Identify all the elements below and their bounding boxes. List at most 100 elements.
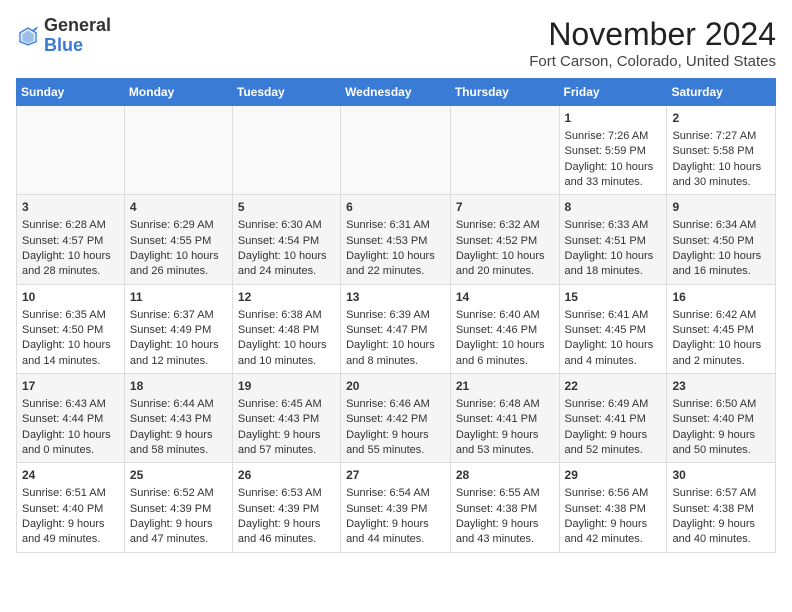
day-info: Sunrise: 6:48 AM — [456, 397, 554, 412]
day-number: 16 — [672, 289, 770, 306]
calendar-cell: 9Sunrise: 6:34 AMSunset: 4:50 PMDaylight… — [667, 195, 776, 284]
calendar-header-row: SundayMondayTuesdayWednesdayThursdayFrid… — [17, 79, 776, 106]
location: Fort Carson, Colorado, United States — [529, 53, 776, 70]
calendar-cell: 26Sunrise: 6:53 AMSunset: 4:39 PMDayligh… — [232, 463, 340, 552]
day-info: Sunset: 4:41 PM — [565, 412, 662, 427]
day-info: Daylight: 10 hours and 4 minutes. — [565, 338, 662, 369]
day-info: Sunrise: 7:27 AM — [672, 129, 770, 144]
day-info: Daylight: 9 hours and 49 minutes. — [22, 517, 119, 548]
day-info: Sunset: 4:39 PM — [346, 502, 445, 517]
calendar-week-1: 1Sunrise: 7:26 AMSunset: 5:59 PMDaylight… — [17, 106, 776, 195]
day-info: Sunrise: 6:39 AM — [346, 308, 445, 323]
day-info: Sunset: 4:51 PM — [565, 234, 662, 249]
day-info: Daylight: 10 hours and 20 minutes. — [456, 249, 554, 280]
calendar-header-wednesday: Wednesday — [341, 79, 451, 106]
page-header: General Blue November 2024 Fort Carson, … — [16, 16, 776, 70]
day-number: 19 — [238, 378, 335, 395]
day-info: Daylight: 10 hours and 16 minutes. — [672, 249, 770, 280]
day-info: Sunrise: 6:50 AM — [672, 397, 770, 412]
day-info: Sunrise: 6:46 AM — [346, 397, 445, 412]
day-info: Sunset: 4:53 PM — [346, 234, 445, 249]
logo-text: General Blue — [44, 16, 111, 56]
day-info: Sunrise: 6:41 AM — [565, 308, 662, 323]
day-number: 1 — [565, 110, 662, 127]
day-info: Sunset: 4:40 PM — [22, 502, 119, 517]
day-info: Daylight: 9 hours and 44 minutes. — [346, 517, 445, 548]
calendar-cell: 28Sunrise: 6:55 AMSunset: 4:38 PMDayligh… — [450, 463, 559, 552]
day-info: Sunset: 4:38 PM — [565, 502, 662, 517]
day-info: Sunset: 4:45 PM — [565, 323, 662, 338]
day-number: 30 — [672, 467, 770, 484]
day-info: Sunrise: 6:38 AM — [238, 308, 335, 323]
calendar-cell: 15 Sunrise: 6:41 AMSunset: 4:45 PMDayligh… — [559, 284, 667, 373]
day-info: Sunrise: 6:49 AM — [565, 397, 662, 412]
calendar-cell: 22Sunrise: 6:49 AMSunset: 4:41 PMDayligh… — [559, 374, 667, 463]
day-info: Sunrise: 6:35 AM — [22, 308, 119, 323]
day-info: Sunrise: 6:28 AM — [22, 218, 119, 233]
day-info: Daylight: 10 hours and 24 minutes. — [238, 249, 335, 280]
day-info: Sunrise: 7:26 AM — [565, 129, 662, 144]
day-number: 15 — [565, 289, 662, 306]
calendar-cell: 1Sunrise: 7:26 AMSunset: 5:59 PMDaylight… — [559, 106, 667, 195]
calendar-cell: 21Sunrise: 6:48 AMSunset: 4:41 PMDayligh… — [450, 374, 559, 463]
day-info: Sunset: 4:41 PM — [456, 412, 554, 427]
day-info: Sunset: 4:44 PM — [22, 412, 119, 427]
day-info: Daylight: 9 hours and 46 minutes. — [238, 517, 335, 548]
day-info: Sunset: 4:48 PM — [238, 323, 335, 338]
day-info: Sunset: 4:57 PM — [22, 234, 119, 249]
day-info: Sunset: 4:39 PM — [130, 502, 227, 517]
calendar-cell: 24 Sunrise: 6:51 AMSunset: 4:40 PMDayligh… — [17, 463, 125, 552]
logo-icon — [16, 24, 40, 48]
day-info: Daylight: 9 hours and 55 minutes. — [346, 428, 445, 459]
day-info: Sunrise: 6:34 AM — [672, 218, 770, 233]
day-info: Sunrise: 6:51 AM — [22, 486, 119, 501]
month-title: November 2024 — [529, 16, 776, 53]
day-number: 24 — [22, 467, 119, 484]
calendar-cell: 30Sunrise: 6:57 AMSunset: 4:38 PMDayligh… — [667, 463, 776, 552]
calendar-cell: 18Sunrise: 6:44 AMSunset: 4:43 PMDayligh… — [124, 374, 232, 463]
day-info: Daylight: 9 hours and 52 minutes. — [565, 428, 662, 459]
day-number: 21 — [456, 378, 554, 395]
day-info: Sunset: 4:49 PM — [130, 323, 227, 338]
day-info: Daylight: 9 hours and 57 minutes. — [238, 428, 335, 459]
day-info: Sunset: 4:42 PM — [346, 412, 445, 427]
day-info: Sunrise: 6:32 AM — [456, 218, 554, 233]
title-block: November 2024 Fort Carson, Colorado, Uni… — [529, 16, 776, 70]
day-info: Sunset: 4:47 PM — [346, 323, 445, 338]
calendar-header-friday: Friday — [559, 79, 667, 106]
day-info: Sunrise: 6:43 AM — [22, 397, 119, 412]
day-info: Sunset: 4:43 PM — [130, 412, 227, 427]
calendar-cell: 4Sunrise: 6:29 AMSunset: 4:55 PMDaylight… — [124, 195, 232, 284]
calendar-cell: 6Sunrise: 6:31 AMSunset: 4:53 PMDaylight… — [341, 195, 451, 284]
calendar-cell: 20 Sunrise: 6:46 AMSunset: 4:42 PMDayligh… — [341, 374, 451, 463]
calendar-header-saturday: Saturday — [667, 79, 776, 106]
calendar-header-tuesday: Tuesday — [232, 79, 340, 106]
calendar-header-sunday: Sunday — [17, 79, 125, 106]
calendar-header-thursday: Thursday — [450, 79, 559, 106]
day-number: 7 — [456, 199, 554, 216]
day-info: Sunrise: 6:57 AM — [672, 486, 770, 501]
day-number: 5 — [238, 199, 335, 216]
day-info: Sunrise: 6:37 AM — [130, 308, 227, 323]
calendar-cell: 8Sunrise: 6:33 AMSunset: 4:51 PMDaylight… — [559, 195, 667, 284]
day-number: 10 — [22, 289, 119, 306]
day-number: 18 — [130, 378, 227, 395]
calendar-cell — [17, 106, 125, 195]
calendar-cell: 10Sunrise: 6:35 AMSunset: 4:50 PMDayligh… — [17, 284, 125, 373]
day-number: 9 — [672, 199, 770, 216]
day-info: Sunset: 4:52 PM — [456, 234, 554, 249]
day-info: Daylight: 9 hours and 50 minutes. — [672, 428, 770, 459]
logo-general: General — [44, 15, 111, 35]
day-number: 6 — [346, 199, 445, 216]
day-info: Daylight: 10 hours and 28 minutes. — [22, 249, 119, 280]
logo-blue: Blue — [44, 35, 83, 55]
day-number: 3 — [22, 199, 119, 216]
day-info: Sunset: 5:58 PM — [672, 144, 770, 159]
day-number: 20 — [346, 378, 445, 395]
day-number: 14 — [456, 289, 554, 306]
day-info: Daylight: 10 hours and 26 minutes. — [130, 249, 227, 280]
day-info: Sunset: 4:43 PM — [238, 412, 335, 427]
day-number: 11 — [130, 289, 227, 306]
day-info: Sunset: 4:46 PM — [456, 323, 554, 338]
day-info: Sunset: 4:40 PM — [672, 412, 770, 427]
